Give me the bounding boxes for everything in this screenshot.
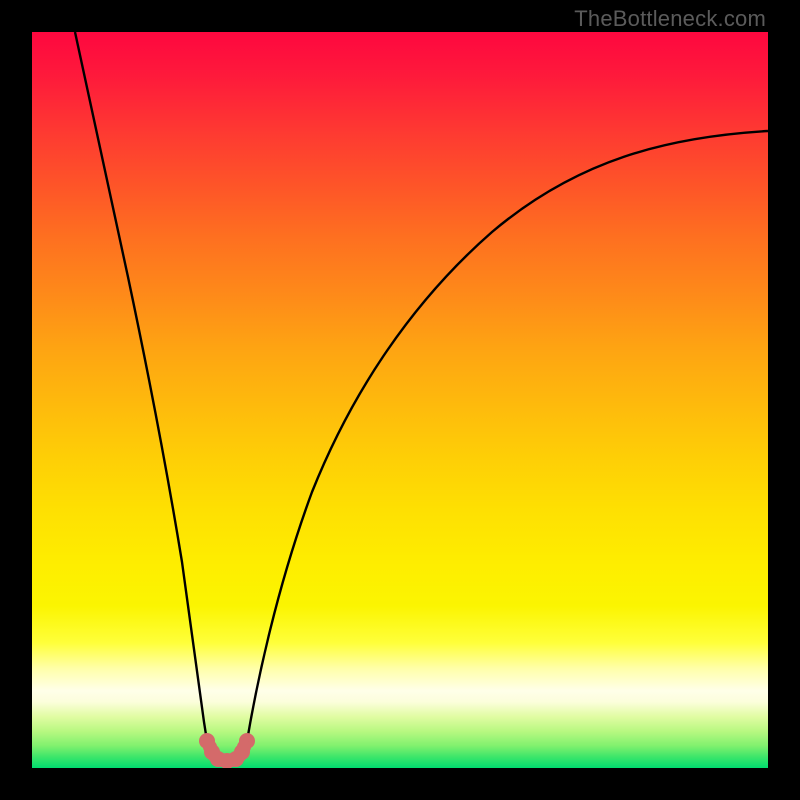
watermark-text: TheBottleneck.com [574,6,766,32]
marker-group [199,733,255,768]
chart-frame: TheBottleneck.com [0,0,800,800]
plot-area [32,32,768,768]
curve-left-branch [75,32,207,741]
curve-layer [32,32,768,768]
curve-right-branch [247,131,768,741]
